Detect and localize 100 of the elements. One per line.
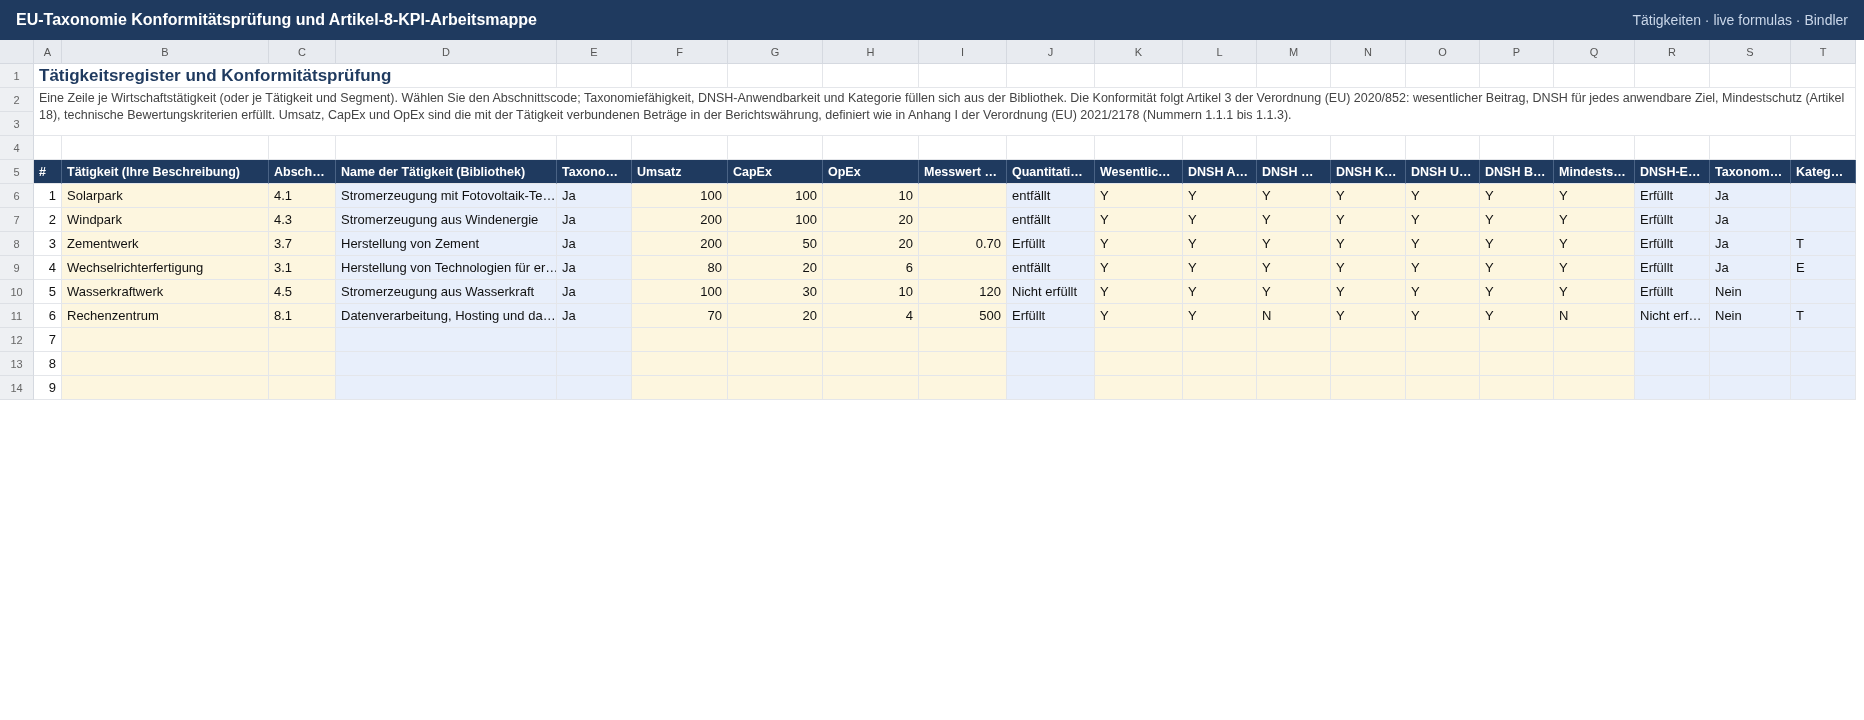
row-number: 4 bbox=[0, 136, 34, 160]
column-header[interactable]: A bbox=[34, 40, 62, 64]
table-cell: Y bbox=[1406, 256, 1480, 280]
column-heading: Tätigkeit (Ihre Beschreibung) bbox=[62, 160, 269, 184]
table-cell: Y bbox=[1554, 232, 1635, 256]
table-cell: Erfüllt bbox=[1635, 256, 1710, 280]
table-cell: 200 bbox=[632, 208, 728, 232]
column-heading: Wesentlic… bbox=[1095, 160, 1183, 184]
table-cell: N bbox=[1554, 304, 1635, 328]
column-header[interactable]: O bbox=[1406, 40, 1480, 64]
column-header[interactable]: E bbox=[557, 40, 632, 64]
table-cell: Y bbox=[1406, 280, 1480, 304]
row-number: 11 bbox=[0, 304, 34, 328]
table-cell: 20 bbox=[728, 256, 823, 280]
row-number: 12 bbox=[0, 328, 34, 352]
column-header[interactable]: C bbox=[269, 40, 336, 64]
table-cell: 4.3 bbox=[269, 208, 336, 232]
table-cell: 6 bbox=[34, 304, 62, 328]
column-header[interactable]: L bbox=[1183, 40, 1257, 64]
column-header[interactable]: G bbox=[728, 40, 823, 64]
table-cell: Herstellung von Zement bbox=[336, 232, 557, 256]
table-cell: 10 bbox=[823, 280, 919, 304]
column-heading: Kateg… bbox=[1791, 160, 1856, 184]
table-cell: Y bbox=[1095, 232, 1183, 256]
column-header[interactable]: K bbox=[1095, 40, 1183, 64]
app-meta-text: Tätigkeiten · live formulas · Bindler bbox=[1632, 12, 1848, 28]
table-cell: Y bbox=[1406, 232, 1480, 256]
column-header[interactable]: N bbox=[1331, 40, 1406, 64]
column-header[interactable]: P bbox=[1480, 40, 1554, 64]
table-cell: Ja bbox=[557, 304, 632, 328]
table-cell: Wasserkraftwerk bbox=[62, 280, 269, 304]
table-cell: Nein bbox=[1710, 280, 1791, 304]
column-heading: Messwert … bbox=[919, 160, 1007, 184]
table-cell: Y bbox=[1480, 280, 1554, 304]
table-cell: 120 bbox=[919, 280, 1007, 304]
table-cell: Y bbox=[1095, 280, 1183, 304]
table-cell: 100 bbox=[632, 280, 728, 304]
column-heading: Absch… bbox=[269, 160, 336, 184]
table-cell: 70 bbox=[632, 304, 728, 328]
table-cell: Y bbox=[1095, 304, 1183, 328]
table-cell: Y bbox=[1554, 280, 1635, 304]
table-cell: entfällt bbox=[1007, 184, 1095, 208]
table-cell: Y bbox=[1331, 304, 1406, 328]
table-cell: Ja bbox=[557, 184, 632, 208]
table-cell: Y bbox=[1183, 232, 1257, 256]
column-header[interactable]: F bbox=[632, 40, 728, 64]
column-header[interactable]: D bbox=[336, 40, 557, 64]
table-cell: Y bbox=[1406, 304, 1480, 328]
table-cell: Y bbox=[1095, 208, 1183, 232]
table-cell: N bbox=[1257, 304, 1331, 328]
table-cell: Ja bbox=[557, 256, 632, 280]
table-cell: 3 bbox=[34, 232, 62, 256]
table-cell: Y bbox=[1480, 304, 1554, 328]
column-header[interactable]: Q bbox=[1554, 40, 1635, 64]
table-cell: T bbox=[1791, 232, 1856, 256]
column-header[interactable]: M bbox=[1257, 40, 1331, 64]
column-header[interactable]: H bbox=[823, 40, 919, 64]
row-number: 2 bbox=[0, 88, 34, 112]
column-header[interactable]: R bbox=[1635, 40, 1710, 64]
column-heading: DNSH B… bbox=[1480, 160, 1554, 184]
table-cell: Y bbox=[1183, 184, 1257, 208]
table-cell: Stromerzeugung aus Wasserkraft bbox=[336, 280, 557, 304]
table-cell: Y bbox=[1554, 256, 1635, 280]
table-cell: Y bbox=[1095, 184, 1183, 208]
table-cell: 4 bbox=[34, 256, 62, 280]
table-cell: E bbox=[1791, 256, 1856, 280]
column-header[interactable]: S bbox=[1710, 40, 1791, 64]
column-header[interactable]: I bbox=[919, 40, 1007, 64]
row-number: 9 bbox=[0, 256, 34, 280]
table-cell: Y bbox=[1480, 208, 1554, 232]
table-cell: Erfüllt bbox=[1635, 280, 1710, 304]
column-heading: DNSH K… bbox=[1331, 160, 1406, 184]
column-heading: Taxono… bbox=[557, 160, 632, 184]
table-cell: Datenverarbeitung, Hosting und da… bbox=[336, 304, 557, 328]
table-cell: Y bbox=[1554, 208, 1635, 232]
app-title: EU-Taxonomie Konformitätsprüfung und Artikel-8-KPI-Arbeitsmappe bbox=[16, 11, 537, 29]
column-header[interactable]: B bbox=[62, 40, 269, 64]
table-cell: 9 bbox=[34, 376, 62, 400]
table-cell: Y bbox=[1331, 184, 1406, 208]
column-heading: Mindests… bbox=[1554, 160, 1635, 184]
table-cell: Y bbox=[1406, 208, 1480, 232]
row-number: 13 bbox=[0, 352, 34, 376]
table-cell: 8 bbox=[34, 352, 62, 376]
table-cell: 4 bbox=[823, 304, 919, 328]
column-header[interactable]: T bbox=[1791, 40, 1856, 64]
table-cell: Herstellung von Technologien für er… bbox=[336, 256, 557, 280]
table-cell: 50 bbox=[728, 232, 823, 256]
table-cell: Y bbox=[1331, 256, 1406, 280]
table-cell: 0.70 bbox=[919, 232, 1007, 256]
column-header[interactable]: J bbox=[1007, 40, 1095, 64]
table-cell: Ja bbox=[557, 208, 632, 232]
table-cell: Y bbox=[1554, 184, 1635, 208]
table-cell: Y bbox=[1257, 232, 1331, 256]
table-cell: entfällt bbox=[1007, 256, 1095, 280]
table-cell: Erfüllt bbox=[1635, 184, 1710, 208]
column-heading: DNSH-E… bbox=[1635, 160, 1710, 184]
column-heading: CapEx bbox=[728, 160, 823, 184]
table-cell: Y bbox=[1257, 280, 1331, 304]
table-cell: Y bbox=[1183, 280, 1257, 304]
table-cell: Ja bbox=[557, 232, 632, 256]
